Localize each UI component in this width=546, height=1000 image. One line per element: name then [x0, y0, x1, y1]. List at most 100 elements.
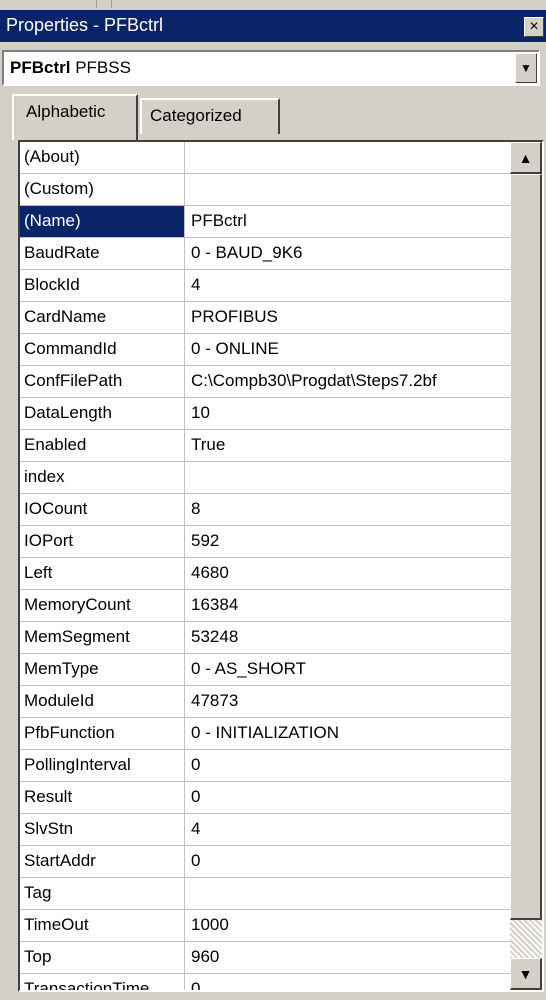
- property-row[interactable]: ConfFilePath C:\Compb30\Progdat\Steps7.2b…: [20, 366, 510, 398]
- property-row[interactable]: BaudRate 0 - BAUD_9K6: [20, 238, 510, 270]
- property-row[interactable]: CardName PROFIBUS: [20, 302, 510, 334]
- object-type: PFBSS: [75, 58, 131, 77]
- property-name[interactable]: (Custom): [20, 174, 185, 205]
- property-row[interactable]: index: [20, 462, 510, 494]
- vertical-scrollbar[interactable]: ▲ ▼: [510, 142, 542, 990]
- property-value[interactable]: True: [186, 430, 510, 461]
- property-row[interactable]: MemType 0 - AS_SHORT: [20, 654, 510, 686]
- object-name: PFBctrl: [10, 58, 71, 77]
- property-name[interactable]: MemType: [20, 654, 185, 685]
- property-row[interactable]: (Custom): [20, 174, 510, 206]
- close-icon: ×: [529, 18, 539, 35]
- tab-alphabetic-label: Alphabetic: [26, 102, 106, 121]
- property-name[interactable]: PollingInterval: [20, 750, 185, 781]
- property-row[interactable]: TransactionTime 0: [20, 974, 510, 990]
- property-name[interactable]: Top: [20, 942, 185, 973]
- property-value[interactable]: C:\Compb30\Progdat\Steps7.2bf: [186, 366, 510, 397]
- property-row[interactable]: (Name) PFBctrl: [20, 206, 510, 238]
- scroll-track[interactable]: [510, 920, 542, 958]
- property-value[interactable]: [186, 142, 510, 173]
- property-name[interactable]: (About): [20, 142, 185, 173]
- property-row[interactable]: Enabled True: [20, 430, 510, 462]
- property-row[interactable]: IOCount 8: [20, 494, 510, 526]
- property-row[interactable]: Left 4680: [20, 558, 510, 590]
- property-value[interactable]: [186, 878, 510, 909]
- property-value[interactable]: 1000: [186, 910, 510, 941]
- tab-categorized[interactable]: Categorized: [140, 98, 280, 134]
- property-name[interactable]: ModuleId: [20, 686, 185, 717]
- property-row[interactable]: CommandId 0 - ONLINE: [20, 334, 510, 366]
- property-name[interactable]: Left: [20, 558, 185, 589]
- property-value[interactable]: 960: [186, 942, 510, 973]
- property-name[interactable]: PfbFunction: [20, 718, 185, 749]
- property-value[interactable]: [186, 174, 510, 205]
- scroll-thumb[interactable]: [510, 174, 542, 920]
- property-row[interactable]: (About): [20, 142, 510, 174]
- property-row[interactable]: TimeOut 1000: [20, 910, 510, 942]
- property-row[interactable]: PfbFunction 0 - INITIALIZATION: [20, 718, 510, 750]
- property-value[interactable]: 4: [186, 814, 510, 845]
- property-name[interactable]: MemoryCount: [20, 590, 185, 621]
- property-row[interactable]: Top 960: [20, 942, 510, 974]
- property-value[interactable]: 0: [186, 974, 510, 990]
- property-name[interactable]: SlvStn: [20, 814, 185, 845]
- property-name[interactable]: DataLength: [20, 398, 185, 429]
- property-row[interactable]: MemSegment 53248: [20, 622, 510, 654]
- top-strip: [0, 0, 546, 10]
- property-name[interactable]: index: [20, 462, 185, 493]
- property-name[interactable]: MemSegment: [20, 622, 185, 653]
- property-row[interactable]: PollingInterval 0: [20, 750, 510, 782]
- scroll-down-button[interactable]: ▼: [510, 958, 542, 990]
- property-name[interactable]: IOPort: [20, 526, 185, 557]
- property-value[interactable]: [186, 462, 510, 493]
- property-row[interactable]: StartAddr 0: [20, 846, 510, 878]
- property-value[interactable]: 4680: [186, 558, 510, 589]
- property-name[interactable]: StartAddr: [20, 846, 185, 877]
- property-row[interactable]: MemoryCount 16384: [20, 590, 510, 622]
- property-value[interactable]: 4: [186, 270, 510, 301]
- title-bar[interactable]: Properties - PFBctrl ×: [0, 10, 546, 42]
- property-value[interactable]: 0 - AS_SHORT: [186, 654, 510, 685]
- property-name[interactable]: Tag: [20, 878, 185, 909]
- arrow-up-icon: ▲: [518, 150, 533, 166]
- property-value[interactable]: 16384: [186, 590, 510, 621]
- property-name[interactable]: TransactionTime: [20, 974, 185, 990]
- property-name[interactable]: Result: [20, 782, 185, 813]
- tab-alphabetic[interactable]: Alphabetic: [12, 94, 138, 140]
- property-name[interactable]: BaudRate: [20, 238, 185, 269]
- property-value[interactable]: 0 - ONLINE: [186, 334, 510, 365]
- property-list: (About) (Custom) (Name) PFBctrl BaudRate 0 - …: [20, 142, 510, 990]
- scroll-up-button[interactable]: ▲: [510, 142, 542, 174]
- property-value[interactable]: 10: [186, 398, 510, 429]
- property-row[interactable]: ModuleId 47873: [20, 686, 510, 718]
- property-row[interactable]: DataLength 10: [20, 398, 510, 430]
- property-row[interactable]: Result 0: [20, 782, 510, 814]
- property-value[interactable]: PROFIBUS: [186, 302, 510, 333]
- property-value[interactable]: 0: [186, 782, 510, 813]
- close-button[interactable]: ×: [524, 17, 544, 37]
- property-grid[interactable]: (About) (Custom) (Name) PFBctrl BaudRate 0 - …: [18, 140, 544, 992]
- property-name[interactable]: (Name): [20, 206, 185, 237]
- property-name[interactable]: IOCount: [20, 494, 185, 525]
- property-row[interactable]: BlockId 4: [20, 270, 510, 302]
- property-name[interactable]: CardName: [20, 302, 185, 333]
- property-row[interactable]: SlvStn 4: [20, 814, 510, 846]
- property-value[interactable]: 8: [186, 494, 510, 525]
- property-value[interactable]: 0 - INITIALIZATION: [186, 718, 510, 749]
- property-value[interactable]: 47873: [186, 686, 510, 717]
- property-value[interactable]: 0: [186, 846, 510, 877]
- property-name[interactable]: ConfFilePath: [20, 366, 185, 397]
- object-selector[interactable]: PFBctrl PFBSS ▼: [2, 50, 540, 86]
- property-value[interactable]: 53248: [186, 622, 510, 653]
- property-value[interactable]: 0 - BAUD_9K6: [186, 238, 510, 269]
- property-name[interactable]: TimeOut: [20, 910, 185, 941]
- object-selector-dropdown-button[interactable]: ▼: [515, 53, 537, 83]
- property-value[interactable]: 0: [186, 750, 510, 781]
- property-name[interactable]: Enabled: [20, 430, 185, 461]
- property-value[interactable]: PFBctrl: [186, 206, 510, 237]
- property-name[interactable]: BlockId: [20, 270, 185, 301]
- property-row[interactable]: IOPort 592: [20, 526, 510, 558]
- property-name[interactable]: CommandId: [20, 334, 185, 365]
- property-row[interactable]: Tag: [20, 878, 510, 910]
- property-value[interactable]: 592: [186, 526, 510, 557]
